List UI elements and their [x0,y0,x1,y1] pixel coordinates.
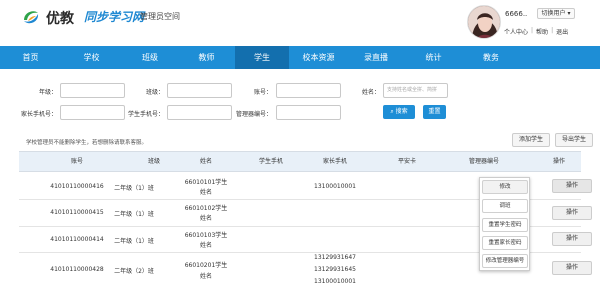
name-cell: 66010102学生 [184,205,228,212]
user-links: 个人中心 | 帮助 | 退出 [504,27,568,36]
col-safety-card: 平安卡 [397,158,416,165]
name-cell: 66010201学生 [184,262,228,269]
logo-icon [21,7,41,27]
delete-hint: 学校管理员不能删除学生，若想删除请联系客服。 [26,140,148,146]
row-action-button[interactable]: 操作 [552,261,592,275]
col-name: 姓名 [199,158,212,165]
search-icon: ⌕ [390,108,394,115]
name-cell-line2: 姓名 [199,242,212,249]
add-student-button[interactable]: 添加学生 [512,133,550,147]
switch-user-button[interactable]: 切换用户 ▾ [537,8,575,19]
name-cell: 66010103学生 [184,232,228,239]
logo-text: 优教 [46,11,74,27]
nav-item-academic[interactable]: 教务 [463,46,519,69]
parent-phone-cell: 13100010001 [314,183,356,190]
class-cell: 二年级（1）班 [114,238,154,245]
avatar-image [468,6,500,38]
parent-phone-cell: 13100010001 [314,278,356,285]
menu-item-reset-student-password[interactable]: 重置学生密码 [482,218,528,232]
space-title: 管理员空间 [140,12,180,21]
menu-item-edit-manager-no[interactable]: 修改管理器编号 [482,254,528,268]
class-cell: 二年级（2）班 [114,268,154,275]
menu-item-transfer-class[interactable]: 调班 [482,199,528,213]
nav-item-school[interactable]: 学校 [61,46,122,69]
reset-button[interactable]: 重置 [423,105,446,119]
app-header: 优教 同步学习网 管理员空间 6666.. 切换用户 ▾ 个人中心 | 帮助 |… [0,0,600,46]
main-nav: 首页 学校 班级 教师 学生 校本资源 录直播 统计 教务 [0,46,600,69]
username: 6666.. [505,10,528,18]
menu-item-reset-parent-password[interactable]: 重置家长密码 [482,236,528,250]
name-label: 姓名： [361,89,380,96]
col-manager-no: 管理器编号 [468,158,499,165]
class-cell: 二年级（1）班 [114,211,154,218]
search-button[interactable]: ⌕ 搜索 [383,105,415,119]
profile-link[interactable]: 个人中心 [504,27,528,36]
col-class: 班级 [147,158,160,165]
menu-item-edit[interactable]: 修改 [482,180,528,194]
student-phone-label: 学生手机号： [127,111,164,118]
logout-link[interactable]: 退出 [556,27,568,36]
row-action-button[interactable]: 操作 [552,206,592,220]
name-cell-line2: 姓名 [199,189,212,196]
logo-sync-text: 同步学习网 [84,10,145,24]
name-cell-line2: 姓名 [199,273,212,280]
nav-item-home[interactable]: 首页 [0,46,61,69]
help-link[interactable]: 帮助 [536,27,548,36]
table-header: 账号 班级 姓名 学生手机 家长手机 平安卡 管理器编号 操作 [19,151,581,172]
search-button-label: 搜索 [395,108,408,115]
nav-item-teacher[interactable]: 教师 [178,46,235,69]
account-label: 账号： [253,89,272,96]
separator: | [531,27,534,34]
nav-item-student[interactable]: 学生 [235,46,289,69]
parent-phone-label: 家长手机号： [20,111,57,118]
row-action-menu: 修改 调班 重置学生密码 重置家长密码 修改管理器编号 [479,177,530,271]
col-student-phone: 学生手机 [258,158,283,165]
manager-no-label: 管理器编号： [235,111,272,118]
name-input[interactable]: 支持姓名或全拼、简拼 [383,83,448,98]
separator: | [551,27,554,34]
name-cell: 66010101学生 [184,179,228,186]
nav-item-statistics[interactable]: 统计 [404,46,463,69]
class-label: 班级： [145,89,164,96]
nav-item-school-resources[interactable]: 校本资源 [289,46,348,69]
col-account: 账号 [70,158,83,165]
parent-phone-cell: 13129931645 [314,266,356,273]
parent-phone-cell: 13129931647 [314,254,356,261]
col-actions: 操作 [552,158,565,165]
name-cell-line2: 姓名 [199,215,212,222]
export-students-button[interactable]: 导出学生 [555,133,593,147]
row-action-button[interactable]: 操作 [552,179,592,193]
class-cell: 二年级（1）班 [114,185,154,192]
grade-label: 年级： [38,89,57,96]
nav-item-class[interactable]: 班级 [122,46,178,69]
col-parent-phone: 家长手机 [322,158,347,165]
manager-no-input[interactable] [276,105,341,120]
row-action-button[interactable]: 操作 [552,232,592,246]
nav-item-live[interactable]: 录直播 [348,46,404,69]
avatar[interactable] [467,5,501,39]
